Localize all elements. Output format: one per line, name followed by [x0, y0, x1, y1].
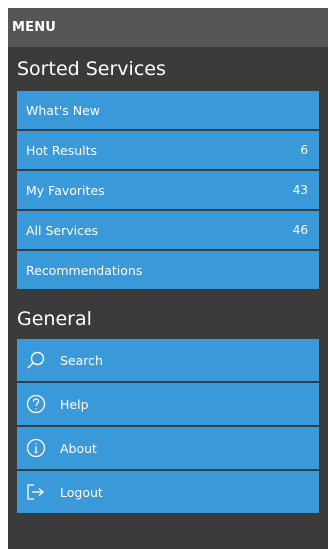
menu-item-count: 6	[300, 143, 308, 157]
menu-item-search[interactable]: Search	[17, 339, 319, 381]
menu-item-my-favorites[interactable]: My Favorites 43	[17, 171, 319, 209]
menu-item-recommendations[interactable]: Recommendations	[17, 251, 319, 289]
menu-title: MENU	[12, 20, 57, 35]
menu-panel: MENU Sorted Services What's New Hot Resu…	[8, 8, 328, 549]
menu-item-content: Help	[26, 394, 89, 414]
menu-header: MENU	[8, 8, 328, 47]
menu-item-label: About	[60, 440, 97, 456]
menu-item-hot-results[interactable]: Hot Results 6	[17, 131, 319, 169]
menu-item-label: My Favorites	[26, 182, 105, 198]
menu-item-about[interactable]: About	[17, 427, 319, 469]
search-icon	[26, 350, 46, 370]
menu-item-help[interactable]: Help	[17, 383, 319, 425]
menu-item-all-services[interactable]: All Services 46	[17, 211, 319, 249]
menu-item-whats-new[interactable]: What's New	[17, 91, 319, 129]
menu-item-label: All Services	[26, 222, 99, 238]
menu-item-label: Help	[60, 396, 89, 412]
general-heading: General	[8, 299, 328, 339]
menu-item-logout[interactable]: Logout	[17, 471, 319, 513]
menu-item-content: About	[26, 438, 97, 458]
sorted-services-title: Sorted Services	[17, 58, 166, 80]
menu-item-label: Recommendations	[26, 262, 143, 278]
menu-item-content: Logout	[26, 482, 103, 502]
menu-item-label: Logout	[60, 484, 103, 500]
sorted-services-heading: Sorted Services	[8, 47, 328, 91]
general-title: General	[17, 308, 92, 330]
sorted-services-list: What's New Hot Results 6 My Favorites 43…	[17, 91, 319, 289]
menu-item-label: Hot Results	[26, 142, 98, 158]
menu-item-label: Search	[60, 352, 103, 368]
info-icon	[26, 438, 46, 458]
menu-item-count: 43	[292, 183, 308, 197]
menu-item-content: Search	[26, 350, 103, 370]
menu-item-count: 46	[292, 223, 308, 237]
menu-item-label: What's New	[26, 102, 101, 118]
general-list: Search Help About Logout	[17, 339, 319, 513]
logout-icon	[26, 482, 46, 502]
help-icon	[26, 394, 46, 414]
